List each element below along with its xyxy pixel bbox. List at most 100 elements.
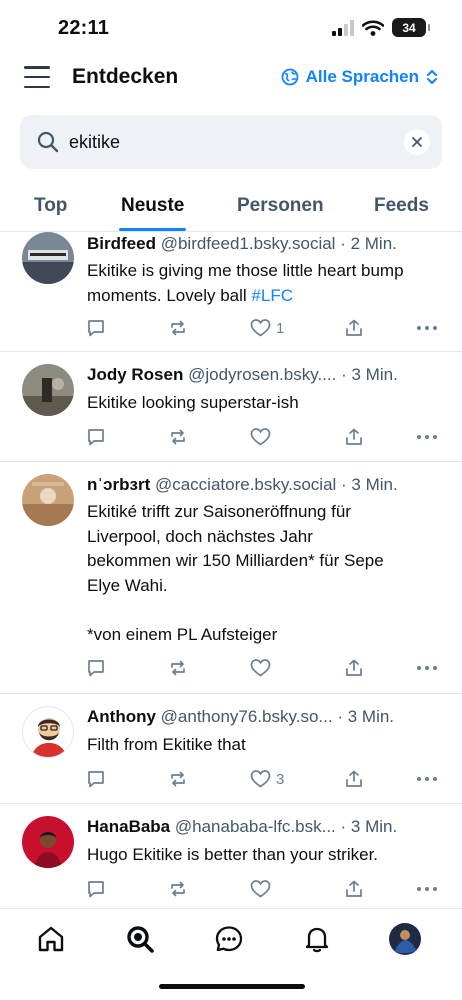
reply-button[interactable]: [86, 879, 106, 899]
post-text-line: bekommen wir 150 Milliarden* für Sepe: [87, 551, 384, 570]
author-handle[interactable]: @cacciatore.bsky.social: [155, 475, 336, 494]
repost-button[interactable]: [168, 658, 188, 678]
more-options-button[interactable]: [416, 879, 438, 899]
tab-top[interactable]: Top: [34, 195, 67, 217]
post-actions: 1: [86, 318, 438, 342]
post-item[interactable]: Jody Rosen @jodyrosen.bsky.... · 3 Min. …: [0, 353, 462, 462]
reply-button[interactable]: [86, 658, 106, 678]
heart-icon: [250, 770, 271, 788]
hashtag-link[interactable]: #LFC: [251, 286, 293, 305]
reply-icon: [88, 429, 104, 446]
more-icon: [417, 777, 437, 781]
post-text: Ekitike is giving me those little heart …: [87, 259, 444, 308]
more-options-button[interactable]: [416, 658, 438, 678]
post-item[interactable]: Anthony @anthony76.bsky.so... · 3 Min. F…: [0, 695, 462, 804]
author-handle[interactable]: @anthony76.bsky.so...: [161, 707, 333, 726]
avatar[interactable]: [22, 232, 74, 284]
post-text-line: Liverpool, doch nächstes Jahr: [87, 526, 313, 546]
wifi-icon: [362, 19, 384, 36]
avatar[interactable]: [22, 364, 74, 416]
post-time: · 3 Min.: [341, 365, 398, 384]
nav-profile[interactable]: [389, 923, 421, 955]
nav-search[interactable]: [124, 923, 156, 955]
share-button[interactable]: [344, 879, 364, 899]
repost-button[interactable]: [168, 879, 188, 899]
post-item[interactable]: nˈɔrbɜrt @cacciatore.bsky.social · 3 Min…: [0, 463, 462, 694]
more-options-button[interactable]: [416, 769, 438, 789]
reply-button[interactable]: [86, 769, 106, 789]
avatar[interactable]: [22, 816, 74, 868]
author-handle[interactable]: @birdfeed1.bsky.social: [161, 234, 336, 253]
tab-neuste[interactable]: Neuste: [121, 195, 184, 217]
like-button[interactable]: [250, 427, 276, 447]
search-bar: [20, 115, 442, 169]
language-selector[interactable]: Alle Sprachen: [281, 67, 438, 87]
post-text: Hugo Ekitike is better than your striker…: [87, 845, 379, 864]
share-icon: [346, 770, 362, 787]
tab-personen[interactable]: Personen: [237, 195, 324, 217]
author-handle[interactable]: @hanababa-lfc.bsk...: [175, 817, 336, 836]
share-button[interactable]: [344, 318, 364, 338]
author-handle[interactable]: @jodyrosen.bsky....: [188, 365, 336, 384]
post-item[interactable]: Birdfeed @birdfeed1.bsky.social · 2 Min.…: [0, 232, 462, 352]
repost-button[interactable]: [168, 427, 188, 447]
post-actions: [86, 427, 438, 451]
post-actions: 3: [86, 769, 438, 793]
author-name[interactable]: Anthony: [87, 707, 156, 726]
like-button[interactable]: [250, 879, 276, 899]
repost-icon: [171, 771, 185, 787]
home-icon: [38, 926, 64, 952]
heart-icon: [250, 428, 271, 446]
author-name[interactable]: Birdfeed: [87, 234, 156, 253]
share-button[interactable]: [344, 769, 364, 789]
post-actions: [86, 879, 438, 903]
post-text: Ekitike looking superstar-ish: [87, 393, 299, 412]
more-options-button[interactable]: [416, 318, 438, 338]
heart-icon: [250, 880, 271, 898]
nav-home[interactable]: [35, 923, 67, 955]
heart-icon: [250, 659, 271, 677]
clear-search-button[interactable]: [404, 129, 430, 155]
repost-button[interactable]: [168, 769, 188, 789]
status-indicators: 34: [332, 18, 430, 37]
like-button[interactable]: 1: [250, 318, 284, 338]
reply-icon: [88, 771, 104, 788]
avatar[interactable]: [22, 474, 74, 526]
post-item[interactable]: HanaBaba @hanababa-lfc.bsk... · 3 Min. H…: [0, 805, 462, 908]
share-icon: [346, 428, 362, 445]
more-options-button[interactable]: [416, 427, 438, 447]
reply-button[interactable]: [86, 427, 106, 447]
post-time: · 3 Min.: [341, 475, 398, 494]
repost-button[interactable]: [168, 318, 188, 338]
author-name[interactable]: nˈɔrbɜrt: [87, 475, 150, 494]
share-button[interactable]: [344, 658, 364, 678]
chevron-updown-icon: [427, 70, 437, 84]
reply-icon: [88, 881, 104, 898]
globe-icon: [281, 68, 299, 86]
menu-icon[interactable]: [24, 66, 50, 88]
app-header: Entdecken Alle Sprachen: [0, 56, 462, 100]
more-icon: [417, 435, 437, 439]
battery-indicator: 34: [392, 18, 430, 37]
avatar[interactable]: [22, 706, 74, 758]
like-button[interactable]: 3: [250, 769, 284, 789]
profile-avatar: [389, 923, 421, 955]
post-time: · 2 Min.: [340, 234, 397, 253]
search-icon: [127, 926, 154, 953]
nav-notifications[interactable]: [301, 923, 333, 955]
post-text-line: Ekitiké trifft zur Saisoneröffnung für: [87, 502, 351, 521]
bottom-navigation: [0, 908, 462, 970]
home-indicator: [159, 984, 305, 989]
search-icon: [37, 131, 59, 153]
close-icon: [412, 137, 422, 147]
nav-chat[interactable]: [213, 923, 245, 955]
reply-button[interactable]: [86, 318, 106, 338]
author-name[interactable]: Jody Rosen: [87, 365, 183, 384]
like-button[interactable]: [250, 658, 276, 678]
search-tabs: Top Neuste Personen Feeds: [0, 184, 462, 232]
post-feed[interactable]: Birdfeed @birdfeed1.bsky.social · 2 Min.…: [0, 232, 462, 908]
tab-feeds[interactable]: Feeds: [374, 195, 429, 217]
share-button[interactable]: [344, 427, 364, 447]
search-input[interactable]: [69, 128, 389, 156]
author-name[interactable]: HanaBaba: [87, 817, 170, 836]
